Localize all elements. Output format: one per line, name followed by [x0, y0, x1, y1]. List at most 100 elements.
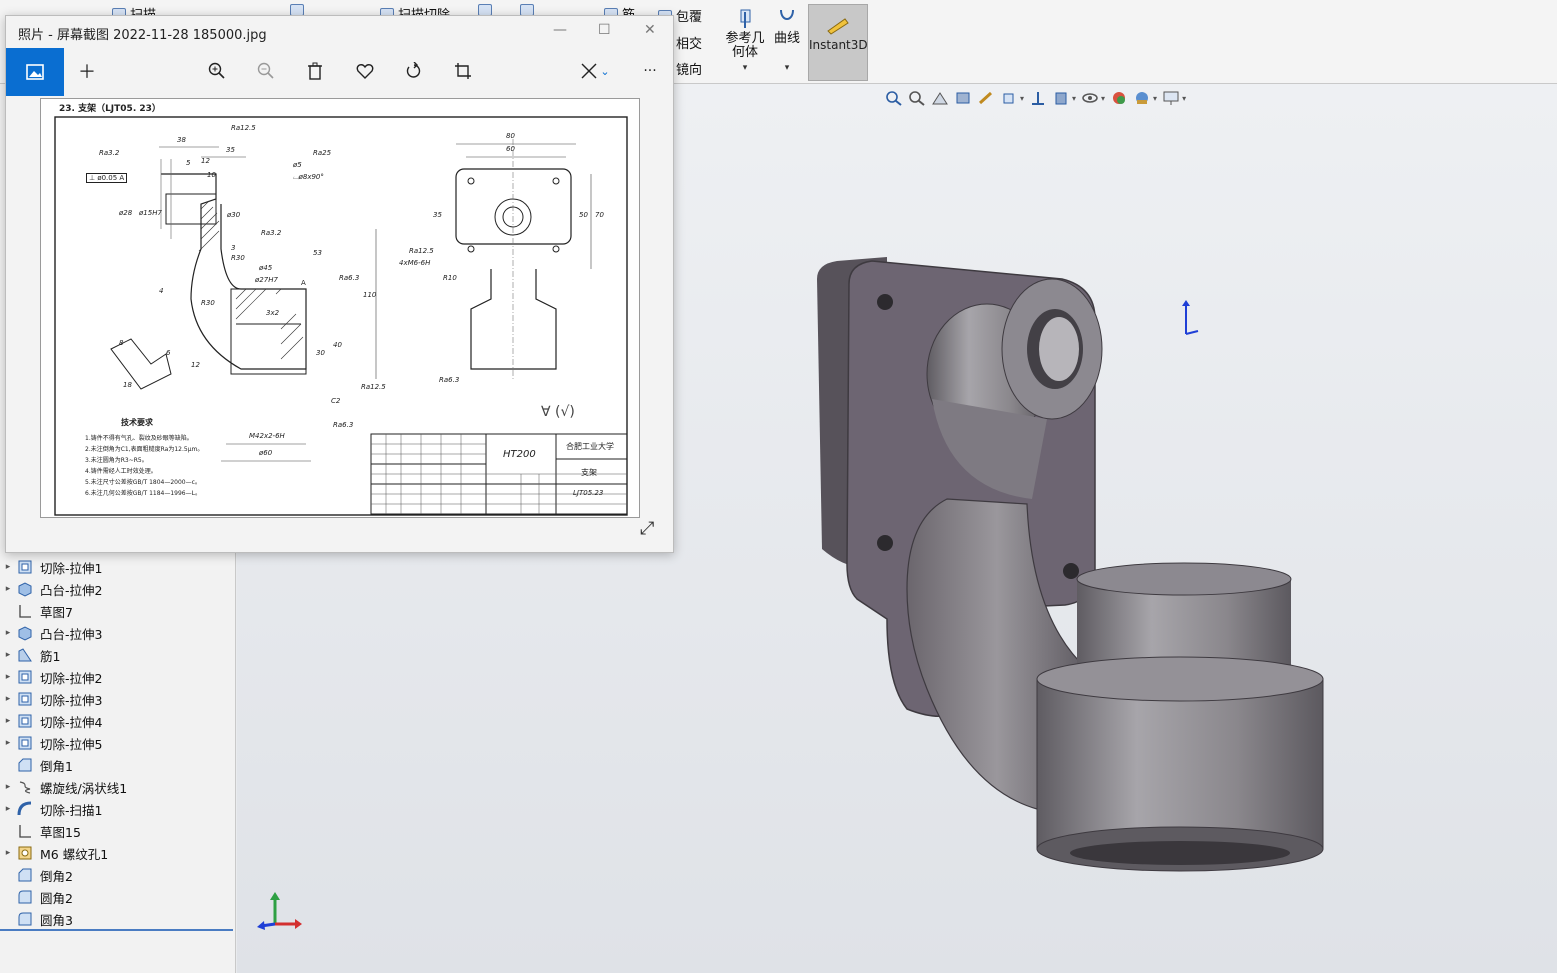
feature-tree-item-label: 草图7 — [40, 604, 73, 620]
feature-tree-item[interactable]: ▸ 切除-拉伸3 — [0, 688, 236, 710]
feature-tree-item[interactable]: ▸ 切除-拉伸1 — [0, 556, 236, 578]
dim-35-b: 35 — [433, 211, 442, 219]
expand-icon[interactable]: ⤢ — [640, 518, 654, 539]
delete-button[interactable] — [304, 60, 326, 82]
feature-tree-item[interactable]: ▸ 筋1 — [0, 644, 236, 666]
apply-scene-icon[interactable] — [1133, 90, 1151, 106]
hole-wizard-icon — [16, 845, 34, 861]
section-view-icon[interactable] — [954, 90, 972, 106]
dim-50: 50 — [579, 211, 588, 219]
dim-6: 6 — [166, 349, 171, 357]
reference-geometry-icon — [740, 9, 751, 28]
feature-tree-item-label: M6 螺纹孔1 — [40, 846, 109, 862]
feature-tree-item[interactable]: ▸ 切除-拉伸2 — [0, 666, 236, 688]
feature-tree-item[interactable]: 倒角1 — [0, 754, 236, 776]
chevron-right-icon[interactable]: ▸ — [0, 562, 16, 572]
dim-ra12-5-b: Ra12.5 — [361, 383, 386, 391]
add-button[interactable]: ＋ — [76, 60, 98, 83]
photos-toolbar: ＋ ⌄ ··· — [6, 48, 673, 96]
feature-tree-item[interactable]: ▸ M6 螺纹孔1 — [0, 842, 236, 864]
chevron-right-icon[interactable]: ▸ — [0, 738, 16, 748]
view-photo-button[interactable] — [6, 48, 64, 96]
feature-tree-item[interactable]: ▸ 凸台-拉伸3 — [0, 622, 236, 644]
dim-18: 18 — [123, 381, 132, 389]
chevron-right-icon[interactable]: ▸ — [0, 672, 16, 682]
feature-tree-item-label: 筋1 — [40, 648, 61, 664]
crop-button[interactable] — [452, 60, 474, 82]
zoom-to-fit-icon[interactable] — [885, 90, 903, 106]
chevron-right-icon[interactable]: ▸ — [0, 628, 16, 638]
close-button[interactable]: ✕ — [644, 22, 656, 38]
feature-tree-item-label: 切除-拉伸4 — [40, 714, 103, 730]
view-orientation-icon[interactable] — [1000, 90, 1018, 106]
chevron-right-icon[interactable]: ▸ — [0, 848, 16, 858]
mirror-button[interactable]: 镜向 — [676, 59, 702, 78]
zoom-area-icon[interactable] — [908, 90, 926, 106]
edit-appearance-icon[interactable] — [1110, 90, 1128, 106]
feature-tree-item[interactable]: ▸ 螺旋线/涡状线1 — [0, 776, 236, 798]
curves-icon — [780, 9, 794, 20]
rotate-icon — [406, 62, 421, 78]
feature-tree-item-label: 圆角3 — [40, 912, 73, 928]
feature-tree-item[interactable]: ▸ 切除-扫描1 — [0, 798, 236, 820]
dynamic-annotation-icon[interactable] — [977, 90, 995, 106]
display-style-icon[interactable] — [1029, 90, 1047, 106]
view-settings-icon[interactable] — [1162, 90, 1180, 106]
photos-viewer-window[interactable]: 照片 - 屏幕截图 2022-11-28 185000.jpg — ☐ ✕ ＋ — [5, 15, 674, 553]
intersect-button[interactable]: 相交 — [676, 33, 702, 52]
chevron-down-icon[interactable]: ▾ — [1101, 94, 1105, 103]
chevron-down-icon[interactable]: ▾ — [1072, 94, 1076, 103]
zoom-in-button[interactable] — [206, 60, 228, 82]
chevron-down-icon[interactable]: ▾ — [785, 63, 790, 73]
rotate-button[interactable] — [403, 60, 425, 82]
material-label: HT200 — [503, 449, 536, 460]
hide-show-items-icon[interactable] — [1081, 90, 1099, 106]
previous-view-icon[interactable] — [931, 90, 949, 106]
edit-dropdown-button[interactable]: ⌄ — [578, 60, 612, 82]
dim-phi30: ø30 — [227, 211, 241, 219]
dim-3: 3 — [231, 244, 236, 252]
chevron-right-icon[interactable]: ▸ — [0, 694, 16, 704]
feature-tree-item[interactable]: 圆角3 — [0, 908, 236, 930]
shaded-edges-icon[interactable] — [1052, 90, 1070, 106]
chevron-down-icon[interactable]: ▾ — [1182, 94, 1186, 103]
chevron-down-icon[interactable]: ▾ — [743, 63, 748, 73]
dim-ra6-3-b: Ra6.3 — [333, 421, 354, 429]
cut-sweep-icon — [16, 801, 34, 817]
dim-ra6-3-a: Ra6.3 — [339, 274, 360, 282]
curves-button[interactable]: 曲线 ▾ — [772, 8, 802, 75]
feature-tree-item-label: 切除-拉伸5 — [40, 736, 103, 752]
tech-requirements-list: 1.铸件不得有气孔、裂纹及砂眼等缺陷。 2.未注倒角为C1,表面粗糙度Ra为12.… — [85, 433, 203, 499]
feature-tree-item[interactable]: 圆角2 — [0, 886, 236, 908]
instant3d-button[interactable]: Instant3D — [808, 4, 868, 81]
mirror-label: 镜向 — [676, 63, 703, 78]
reference-geometry-button[interactable]: 参考几 何体 ▾ — [724, 8, 766, 75]
maximize-button[interactable]: ☐ — [598, 22, 611, 38]
chevron-down-icon[interactable]: ▾ — [1020, 94, 1024, 103]
chevron-right-icon[interactable]: ▸ — [0, 650, 16, 660]
dim-ra12-5-c: Ra12.5 — [409, 247, 434, 255]
bracket-3d-model[interactable] — [797, 169, 1357, 969]
feature-tree-item-label: 切除-拉伸1 — [40, 560, 103, 576]
fillet-icon — [16, 911, 34, 927]
feature-tree-item[interactable]: 草图15 — [0, 820, 236, 842]
minimize-button[interactable]: — — [553, 22, 567, 38]
feature-tree-item[interactable]: 倒角2 — [0, 864, 236, 886]
dim-r10: R10 — [443, 274, 457, 282]
chevron-right-icon[interactable]: ▸ — [0, 716, 16, 726]
dim-4: 4 — [159, 287, 164, 295]
feature-tree-item[interactable]: ▸ 切除-拉伸4 — [0, 710, 236, 732]
feature-tree-item[interactable]: ▸ 凸台-拉伸2 — [0, 578, 236, 600]
favorite-button[interactable] — [354, 60, 376, 82]
feature-tree-item[interactable]: ▸ 切除-拉伸5 — [0, 732, 236, 754]
sketch-icon — [16, 823, 34, 839]
chevron-down-icon[interactable]: ▾ — [1153, 94, 1157, 103]
feature-tree-item[interactable]: 草图7 — [0, 600, 236, 622]
chevron-right-icon[interactable]: ▸ — [0, 782, 16, 792]
chevron-right-icon[interactable]: ▸ — [0, 584, 16, 594]
zoom-out-button[interactable] — [255, 60, 277, 82]
dim-phi15h7: ø15H7 — [139, 209, 162, 217]
part-name-label: 支架 — [581, 468, 597, 477]
more-options-button[interactable]: ··· — [639, 60, 661, 82]
chevron-right-icon[interactable]: ▸ — [0, 804, 16, 814]
